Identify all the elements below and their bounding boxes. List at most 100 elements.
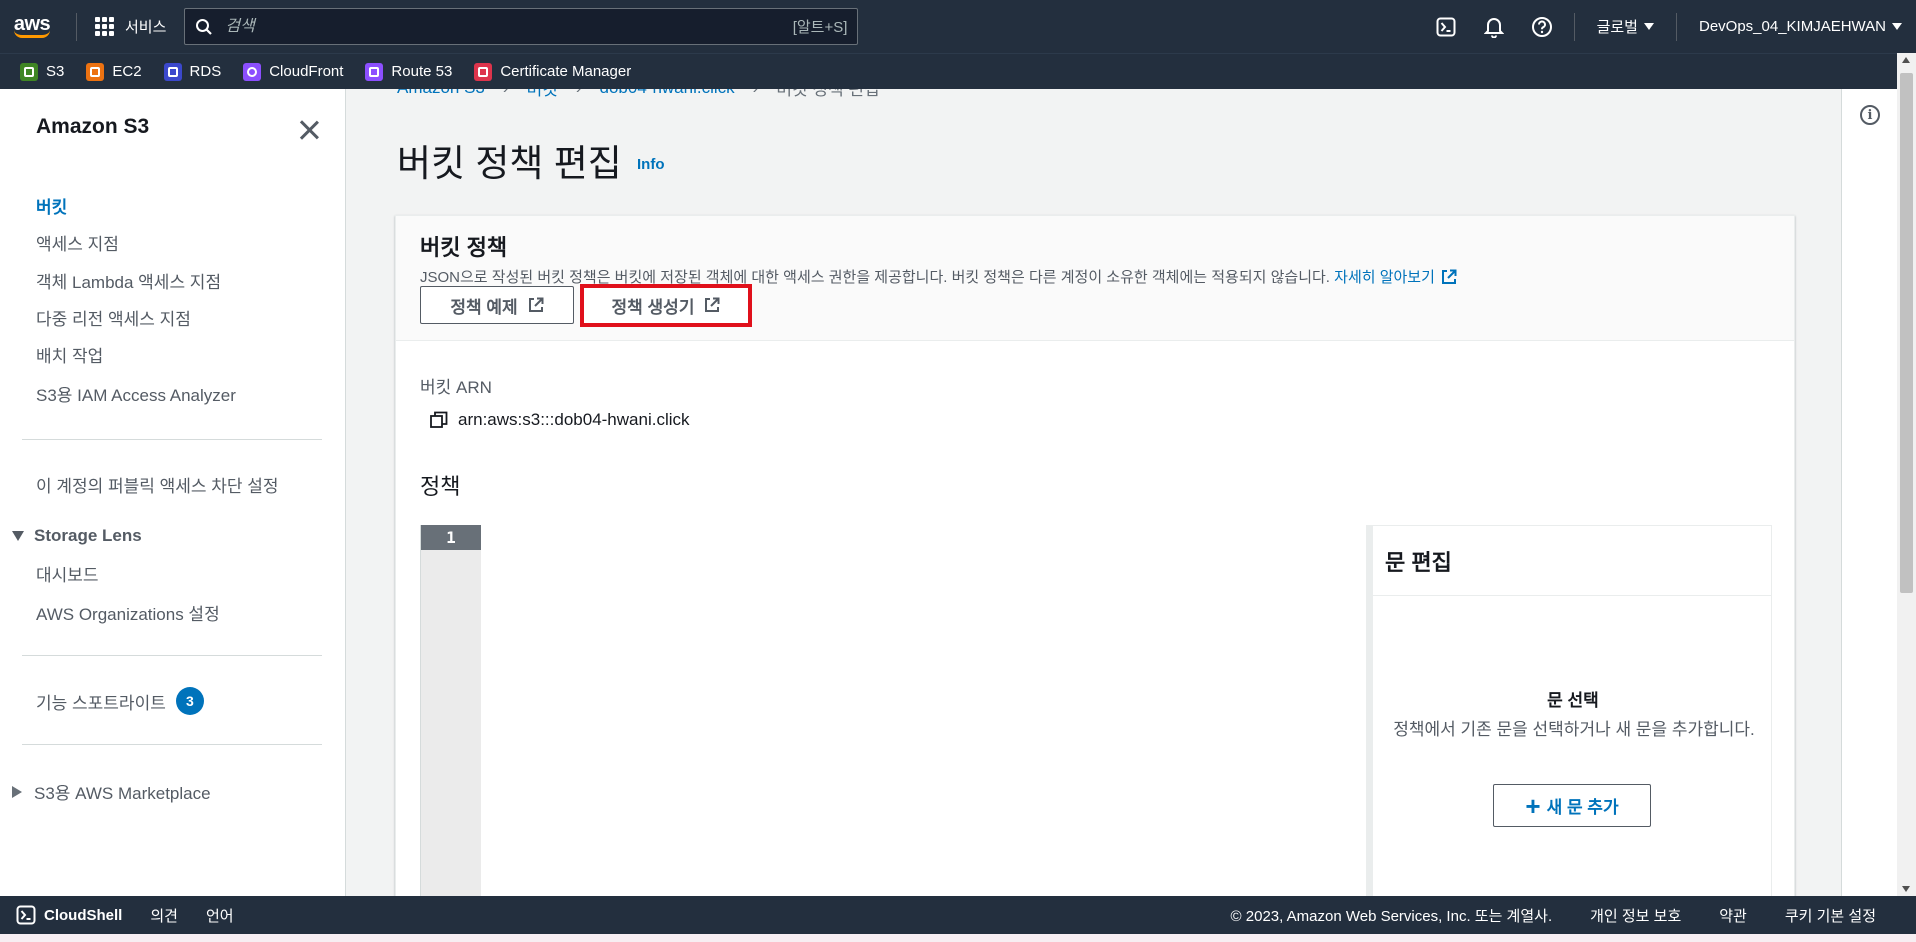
sidebar-item-object-lambda-access-points[interactable]: 객체 Lambda 액세스 지점 (36, 268, 221, 293)
copyright-text: © 2023, Amazon Web Services, Inc. 또는 계열사… (1230, 907, 1553, 925)
main-content: Amazon S3 › 버킷 › dob04-hwani.click › 버킷 … (347, 89, 1841, 896)
favorite-s3[interactable]: S3 (20, 62, 64, 81)
learn-more-link[interactable]: 자세히 알아보기 (1334, 269, 1457, 286)
grid-icon (95, 16, 115, 37)
terms-link[interactable]: 약관 (1719, 905, 1747, 926)
select-statement-description: 정책에서 기존 문을 선택하거나 새 문을 추가합니다. (1393, 720, 1755, 739)
description-text: JSON으로 작성된 버킷 정책은 버킷에 저장된 객체에 대한 액세스 권한을… (420, 269, 1330, 286)
breadcrumb-link-s3[interactable]: Amazon S3 (397, 89, 485, 98)
scrollbar-thumb[interactable] (1900, 73, 1913, 593)
nav-divider (76, 12, 77, 41)
caret-down-icon (12, 531, 24, 541)
cookie-preferences-link[interactable]: 쿠키 기본 설정 (1785, 905, 1876, 926)
favorite-cloudfront[interactable]: CloudFront (243, 62, 344, 81)
search-shortcut-hint: [알트+S] (792, 19, 848, 36)
region-selector[interactable]: 글로벌 (1583, 16, 1668, 37)
scroll-down-icon[interactable] (1902, 886, 1910, 892)
section-label: S3용 AWS Marketplace (34, 784, 211, 803)
account-menu[interactable]: DevOps_04_KIMJAEHWAN (1685, 18, 1916, 35)
route53-service-icon (365, 62, 384, 81)
search-icon (196, 18, 213, 35)
tools-panel-strip: i (1841, 89, 1897, 896)
sidebar-item-organizations-settings[interactable]: AWS Organizations 설정 (36, 600, 220, 625)
bucket-arn-row: arn:aws:s3:::dob04-hwani.click (430, 410, 690, 430)
sidebar-item-feature-spotlight[interactable]: 기능 스포트라이트 3 (36, 687, 204, 715)
top-navigation: aws 서비스 [알트+S] 글로벌 DevOps_04_KIMJAEHWAN (0, 0, 1916, 53)
info-link[interactable]: Info (637, 156, 665, 173)
copy-icon[interactable] (430, 411, 448, 429)
feedback-link[interactable]: 의견 (150, 905, 178, 926)
breadcrumb-current: 버킷 정책 편집 (776, 89, 880, 99)
bucket-arn-label: 버킷 ARN (420, 378, 492, 397)
info-icon[interactable]: i (1860, 105, 1880, 125)
edit-statement-panel: 문 편집 문 선택 정책에서 기존 문을 선택하거나 새 문을 추가합니다. +… (1372, 525, 1772, 896)
add-new-statement-button[interactable]: + 새 문 추가 (1493, 784, 1651, 827)
sidebar-section-storage-lens[interactable]: Storage Lens (12, 526, 142, 546)
caret-right-icon (12, 785, 22, 798)
breadcrumb: Amazon S3 › 버킷 › dob04-hwani.click › 버킷 … (397, 89, 880, 100)
window-bottom-edge (0, 934, 1916, 942)
favorite-rds[interactable]: RDS (163, 62, 221, 81)
panel-description: JSON으로 작성된 버킷 정책은 버킷에 저장된 객체에 대한 액세스 권한을… (420, 266, 1457, 287)
external-link-icon (1441, 269, 1457, 284)
count-badge: 3 (175, 687, 204, 715)
sidebar-item-access-points[interactable]: 액세스 지점 (36, 230, 119, 255)
bucket-arn-value: arn:aws:s3:::dob04-hwani.click (458, 410, 690, 429)
policy-examples-button[interactable]: 정책 예제 (420, 286, 574, 324)
sidebar-item-dashboards[interactable]: 대시보드 (36, 561, 99, 586)
rds-service-icon (163, 62, 182, 81)
sidebar-item-batch-operations[interactable]: 배치 작업 (36, 342, 103, 367)
breadcrumb-link-bucket[interactable]: dob04-hwani.click (600, 89, 735, 98)
cloudfront-service-icon (243, 62, 262, 81)
button-label: 정책 예제 (450, 297, 518, 317)
sidebar-section-marketplace[interactable]: S3용 AWS Marketplace (12, 779, 211, 804)
search-bar[interactable]: [알트+S] (184, 8, 859, 45)
cloudshell-icon[interactable] (1422, 0, 1470, 53)
nav-divider (22, 655, 322, 656)
chevron-right-icon: › (503, 89, 509, 98)
sidebar-item-block-public-access[interactable]: 이 계정의 퍼블릭 액세스 차단 설정 (36, 472, 279, 497)
policy-label: 정책 (420, 474, 461, 499)
section-label: Storage Lens (34, 526, 142, 545)
caret-down-icon (1892, 23, 1902, 30)
help-icon[interactable] (1518, 0, 1566, 53)
favorite-label: CloudFront (269, 63, 344, 80)
editor-gutter: 1 (421, 525, 481, 896)
favorite-route53[interactable]: Route 53 (365, 62, 452, 81)
page-scrollbar[interactable] (1897, 53, 1916, 896)
scroll-up-icon[interactable] (1902, 57, 1910, 63)
cloudshell-label: CloudShell (44, 906, 123, 924)
chevron-right-icon: › (576, 89, 582, 98)
button-label: 새 문 추가 (1546, 798, 1619, 817)
line-number: 1 (421, 525, 481, 550)
panel-title: 버킷 정책 (420, 235, 508, 260)
plus-icon: + (1525, 790, 1541, 821)
policy-json-editor[interactable]: 1 (420, 525, 1366, 896)
learn-more-label: 자세히 알아보기 (1334, 269, 1435, 286)
sidebar-item-iam-access-analyzer[interactable]: S3용 IAM Access Analyzer (36, 381, 236, 406)
ec2-service-icon (86, 62, 105, 81)
bucket-policy-panel: 버킷 정책 JSON으로 작성된 버킷 정책은 버킷에 저장된 객체에 대한 액… (395, 215, 1795, 896)
close-icon[interactable] (296, 117, 322, 143)
favorite-ec2[interactable]: EC2 (86, 62, 142, 81)
favorite-label: EC2 (112, 63, 142, 80)
highlight-annotation-box (580, 284, 752, 327)
services-menu-button[interactable]: 서비스 (87, 7, 174, 47)
favorite-certificate-manager[interactable]: Certificate Manager (474, 62, 631, 81)
sidenav-title: Amazon S3 (36, 115, 150, 138)
s3-service-icon (20, 62, 38, 81)
services-label: 서비스 (125, 19, 167, 36)
sidebar-item-multi-region-access-points[interactable]: 다중 리전 액세스 지점 (36, 305, 191, 330)
sidebar-item-buckets[interactable]: 버킷 (36, 193, 67, 218)
privacy-link[interactable]: 개인 정보 보호 (1590, 905, 1681, 926)
notifications-bell-icon[interactable] (1470, 0, 1518, 53)
breadcrumb-link-buckets[interactable]: 버킷 (527, 89, 558, 100)
caret-down-icon (1643, 23, 1654, 30)
certificate-manager-service-icon (474, 62, 493, 81)
aws-logo[interactable]: aws (0, 0, 64, 53)
statement-panel-title: 문 편집 (1373, 526, 1771, 596)
language-link[interactable]: 언어 (206, 905, 234, 926)
search-input[interactable] (225, 17, 793, 36)
aws-smile-icon (14, 30, 50, 38)
cloudshell-button[interactable]: CloudShell (16, 905, 122, 925)
